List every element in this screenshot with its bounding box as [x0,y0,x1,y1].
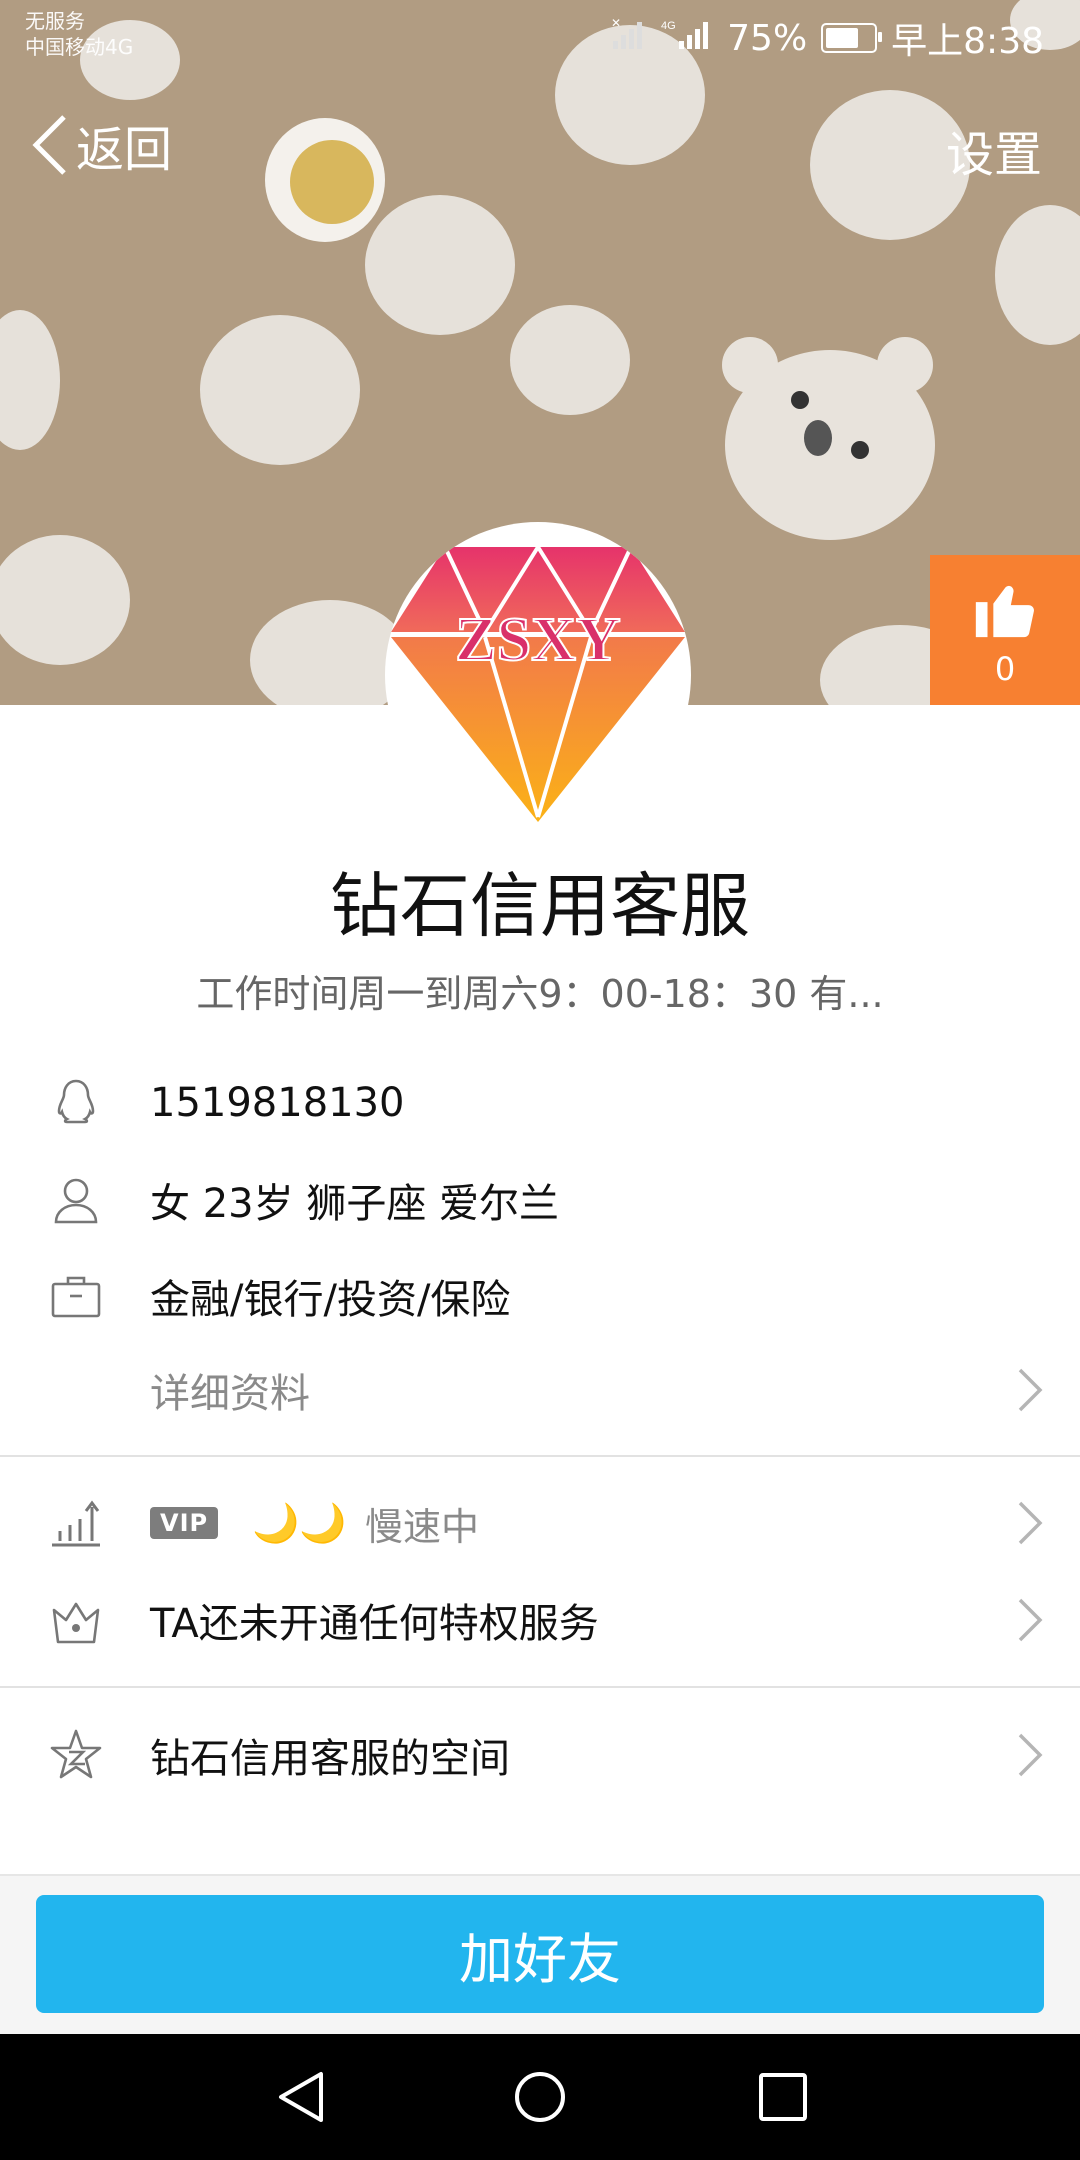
growth-chart-icon [52,1500,100,1547]
carrier-info: 无服务 中国移动4G [25,8,133,60]
divider [0,1455,1080,1457]
detail-profile-row[interactable]: 详细资料 [0,1342,1080,1438]
qzone-row[interactable]: 钻石信用客服的空间 [0,1707,1080,1803]
divider [0,1686,1080,1688]
briefcase-icon [51,1276,101,1318]
network-type-label: 4G [661,20,676,32]
moon-level-icon: 🌙🌙 [252,1500,347,1545]
privilege-service-row[interactable]: TA还未开通任何特权服务 [0,1572,1080,1668]
vip-row[interactable]: VIP 🌙🌙 慢速中 [0,1475,1080,1571]
nav-recents-square-icon[interactable] [756,2070,810,2124]
battery-icon [821,23,883,53]
chevron-right-icon [1018,1598,1043,1642]
status-icons: ✕ 4G 75% 早上8:38 [611,12,1044,64]
industry: 金融/银行/投资/保险 [150,1277,511,1323]
qq-number: 1519818130 [150,1080,405,1126]
carrier-line-1: 无服务 [25,9,85,33]
penguin-icon [57,1079,95,1124]
user-icon [54,1178,98,1224]
settings-button[interactable]: 设置 [946,115,1042,185]
carrier-line-2: 中国移动4G [25,35,134,59]
chevron-left-icon [32,115,66,175]
profile-name: 钻石信用客服 [330,865,750,947]
svg-text:✕: ✕ [611,17,621,30]
nav-home-circle-icon[interactable] [513,2070,567,2124]
add-friend-button[interactable]: 加好友 [36,1895,1044,2013]
chevron-right-icon [1018,1368,1043,1412]
thumbs-up-icon [975,585,1034,638]
battery-fill [826,28,858,48]
profile-signature[interactable]: 工作时间周一到周六9：00-18：30 有... [0,963,1080,1018]
like-button[interactable]: 0 [930,555,1080,705]
clock: 早上8:38 [891,21,1044,62]
avatar[interactable]: ZSXY [385,522,691,828]
diamond-logo-image: ZSXY [391,543,685,822]
nav-back-triangle-icon[interactable] [275,2070,329,2124]
qzone-label: 钻石信用客服的空间 [150,1736,510,1782]
qzone-star-icon [50,1729,102,1779]
chevron-right-icon [1018,1501,1043,1545]
back-button[interactable]: 返回 [30,110,172,180]
signal-icon: ✕ [611,16,647,60]
logo-text: ZSXY [455,606,620,674]
crown-icon [52,1602,100,1644]
qq-number-row[interactable]: 1519818130 [0,1055,1080,1151]
like-count: 0 [994,650,1016,688]
detail-profile-link: 详细资料 [150,1371,310,1417]
speed-status: 慢速中 [365,1504,480,1549]
personal-info: 女 23岁 狮子座 爱尔兰 [150,1181,560,1227]
signal-4g-icon: 4G [661,17,713,60]
status-bar: 无服务 中国移动4G ✕ 4G 75% 早上8:38 [0,0,1080,72]
vip-badge: VIP [150,1507,219,1539]
chevron-right-icon [1018,1733,1043,1777]
battery-percent: 75% [727,17,808,59]
back-label: 返回 [76,122,173,178]
personal-info-row[interactable]: 女 23岁 狮子座 爱尔兰 [0,1152,1080,1248]
industry-row[interactable]: 金融/银行/投资/保险 [0,1248,1080,1344]
system-navigation-bar [0,2034,1080,2160]
privilege-service: TA还未开通任何特权服务 [150,1601,599,1647]
